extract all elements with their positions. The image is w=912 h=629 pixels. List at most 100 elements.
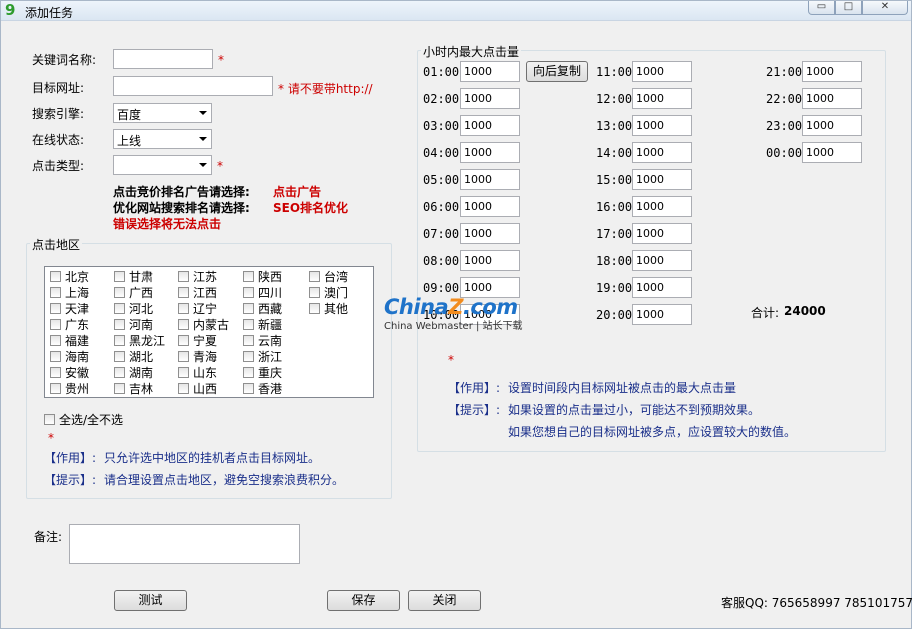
region-checkbox[interactable]: 广东	[50, 316, 89, 333]
maximize-button[interactable]: □	[835, 1, 862, 15]
region-checkbox[interactable]: 内蒙古	[178, 316, 229, 333]
engine-label: 搜索引擎:	[32, 107, 85, 121]
title-bar[interactable]: 9 添加任务 ▭ □ ✕	[1, 1, 911, 21]
region-checkbox[interactable]: 黑龙江	[114, 332, 165, 349]
hour-max-clicks-input[interactable]: 1000	[632, 169, 692, 190]
hour-label: 06:00	[423, 200, 460, 214]
close-window-button[interactable]: ✕	[862, 1, 908, 15]
region-label: 天津	[65, 302, 90, 316]
notes-textarea[interactable]	[69, 524, 300, 564]
region-checkbox[interactable]: 台湾	[309, 268, 348, 285]
region-checkbox[interactable]: 山西	[178, 380, 217, 397]
watermark-com: .com	[462, 295, 518, 319]
keyword-label: 关键词名称:	[32, 53, 97, 67]
region-checkbox[interactable]: 江西	[178, 284, 217, 301]
region-checkbox[interactable]: 河北	[114, 300, 153, 317]
checkbox-icon	[178, 271, 189, 282]
region-checkbox[interactable]: 香港	[243, 380, 282, 397]
notes-label: 备注:	[34, 530, 63, 544]
save-button[interactable]: 保存	[327, 590, 400, 611]
hour-max-clicks-input[interactable]: 1000	[632, 88, 692, 109]
region-checkbox[interactable]: 西藏	[243, 300, 282, 317]
hour-label: 20:00	[596, 308, 633, 322]
hour-max-clicks-input[interactable]: 1000	[632, 277, 692, 298]
hour-max-clicks-input[interactable]: 1000	[460, 142, 520, 163]
checkbox-icon	[114, 367, 125, 378]
hour-max-clicks-input[interactable]: 1000	[460, 61, 520, 82]
region-checkbox[interactable]: 新疆	[243, 316, 282, 333]
copy-forward-button[interactable]: 向后复制	[526, 61, 588, 82]
region-checkbox[interactable]: 安徽	[50, 364, 89, 381]
checkbox-icon	[114, 319, 125, 330]
region-checkbox[interactable]: 河南	[114, 316, 153, 333]
hour-max-clicks-input[interactable]: 1000	[802, 61, 862, 82]
region-checkbox[interactable]: 天津	[50, 300, 89, 317]
region-checkbox[interactable]: 湖南	[114, 364, 153, 381]
region-checkbox[interactable]: 甘肃	[114, 268, 153, 285]
hour-max-clicks-input[interactable]: 1000	[460, 250, 520, 271]
region-checkbox[interactable]: 广西	[114, 284, 153, 301]
region-checkbox[interactable]: 北京	[50, 268, 89, 285]
hour-max-clicks-input[interactable]: 1000	[632, 304, 692, 325]
region-checkbox[interactable]: 浙江	[243, 348, 282, 365]
checkbox-icon	[178, 287, 189, 298]
hour-label: 22:00	[766, 92, 803, 106]
region-checkbox[interactable]: 吉林	[114, 380, 153, 397]
region-checkbox[interactable]: 四川	[243, 284, 282, 301]
hour-max-clicks-input[interactable]: 1000	[460, 88, 520, 109]
region-label: 山西	[193, 382, 218, 396]
region-checkbox[interactable]: 上海	[50, 284, 89, 301]
note1-prefix: 点击竞价排名广告请选择:	[113, 185, 250, 199]
hour-max-clicks-input[interactable]: 1000	[460, 223, 520, 244]
hour-max-clicks-input[interactable]: 1000	[632, 196, 692, 217]
select-all-checkbox[interactable]: 全选/全不选	[44, 411, 123, 428]
region-checkbox[interactable]: 澳门	[309, 284, 348, 301]
checkbox-icon	[50, 367, 61, 378]
region-checkbox[interactable]: 贵州	[50, 380, 89, 397]
region-checkbox[interactable]: 宁夏	[178, 332, 217, 349]
hour-max-clicks-input[interactable]: 1000	[632, 142, 692, 163]
hourly-tip-text2: 如果您想自己的目标网址被多点，应设置较大的数值。	[508, 425, 797, 439]
hour-max-clicks-input[interactable]: 1000	[460, 115, 520, 136]
hour-max-clicks-input[interactable]: 1000	[632, 223, 692, 244]
region-checkbox[interactable]: 福建	[50, 332, 89, 349]
close-button[interactable]: 关闭	[408, 590, 481, 611]
region-checkbox[interactable]: 海南	[50, 348, 89, 365]
hour-max-clicks-input[interactable]: 1000	[460, 196, 520, 217]
hour-max-clicks-input[interactable]: 1000	[632, 250, 692, 271]
region-label: 北京	[65, 270, 90, 284]
keyword-input[interactable]	[113, 49, 213, 69]
region-checkbox[interactable]: 青海	[178, 348, 217, 365]
region-checkbox[interactable]: 云南	[243, 332, 282, 349]
hour-max-clicks-input[interactable]: 1000	[802, 142, 862, 163]
region-checkbox[interactable]: 山东	[178, 364, 217, 381]
region-label: 辽宁	[193, 302, 218, 316]
region-label: 澳门	[324, 286, 349, 300]
click-type-select[interactable]	[113, 155, 212, 175]
hour-max-clicks-input[interactable]: 1000	[460, 169, 520, 190]
region-checkbox[interactable]: 湖北	[114, 348, 153, 365]
minimize-button[interactable]: ▭	[808, 1, 835, 15]
note3: 错误选择将无法点击	[113, 217, 222, 231]
region-checkbox[interactable]: 辽宁	[178, 300, 217, 317]
hour-label: 14:00	[596, 146, 633, 160]
region-checkbox[interactable]: 其他	[309, 300, 348, 317]
region-checkbox[interactable]: 江苏	[178, 268, 217, 285]
minimize-icon: ▭	[816, 1, 827, 12]
region-usage-tag: 【作用】:	[44, 451, 97, 465]
hour-max-clicks-input[interactable]: 1000	[632, 61, 692, 82]
region-checkbox[interactable]: 重庆	[243, 364, 282, 381]
hour-max-clicks-input[interactable]: 1000	[632, 115, 692, 136]
checkbox-icon	[243, 271, 254, 282]
hour-max-clicks-input[interactable]: 1000	[802, 88, 862, 109]
hour-max-clicks-input[interactable]: 1000	[802, 115, 862, 136]
checkbox-icon	[50, 335, 61, 346]
region-label: 河南	[129, 318, 154, 332]
watermark-china: China	[384, 295, 449, 319]
engine-select[interactable]: 百度	[113, 103, 212, 123]
url-input[interactable]	[113, 76, 273, 96]
region-checkbox[interactable]: 陕西	[243, 268, 282, 285]
checkbox-icon	[50, 287, 61, 298]
test-button[interactable]: 测试	[114, 590, 187, 611]
online-select[interactable]: 上线	[113, 129, 212, 149]
